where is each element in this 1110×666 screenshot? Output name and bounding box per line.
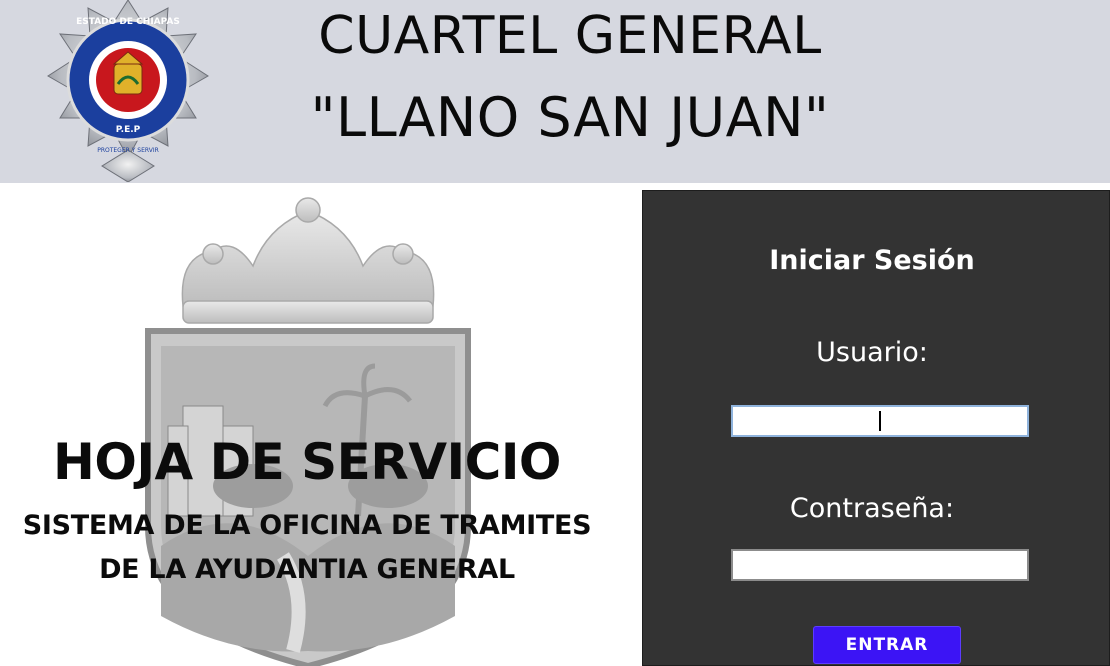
login-title: Iniciar Sesión [769, 245, 975, 276]
badge-top-text: ESTADO DE CHIAPAS [76, 17, 180, 27]
text-cursor [879, 411, 881, 431]
badge-abbr-text: P.E.P [116, 125, 141, 135]
login-panel: Iniciar Sesión Usuario: Contraseña: ENTR… [642, 190, 1110, 666]
password-input[interactable] [731, 549, 1029, 581]
header-title-line2: "LLANO SAN JUAN" [310, 86, 830, 149]
login-submit-button[interactable]: ENTRAR [813, 626, 961, 664]
service-sheet-title: HOJA DE SERVICIO [53, 433, 561, 491]
password-label: Contraseña: [789, 493, 955, 524]
police-badge-logo: ESTADO DE CHIAPAS P.E.P PROTEGER Y SERVI… [47, 0, 209, 182]
header-bar: ESTADO DE CHIAPAS P.E.P PROTEGER Y SERVI… [0, 0, 1110, 183]
badge-motto-text: PROTEGER Y SERVIR [97, 147, 159, 154]
username-label: Usuario: [816, 337, 928, 368]
coat-of-arms-watermark [145, 197, 471, 666]
system-subtitle-line2: DE LA AYUDANTIA GENERAL [99, 554, 515, 585]
header-title-line1: CUARTEL GENERAL [318, 6, 822, 66]
system-subtitle-line1: SISTEMA DE LA OFICINA DE TRAMITES [22, 510, 592, 541]
